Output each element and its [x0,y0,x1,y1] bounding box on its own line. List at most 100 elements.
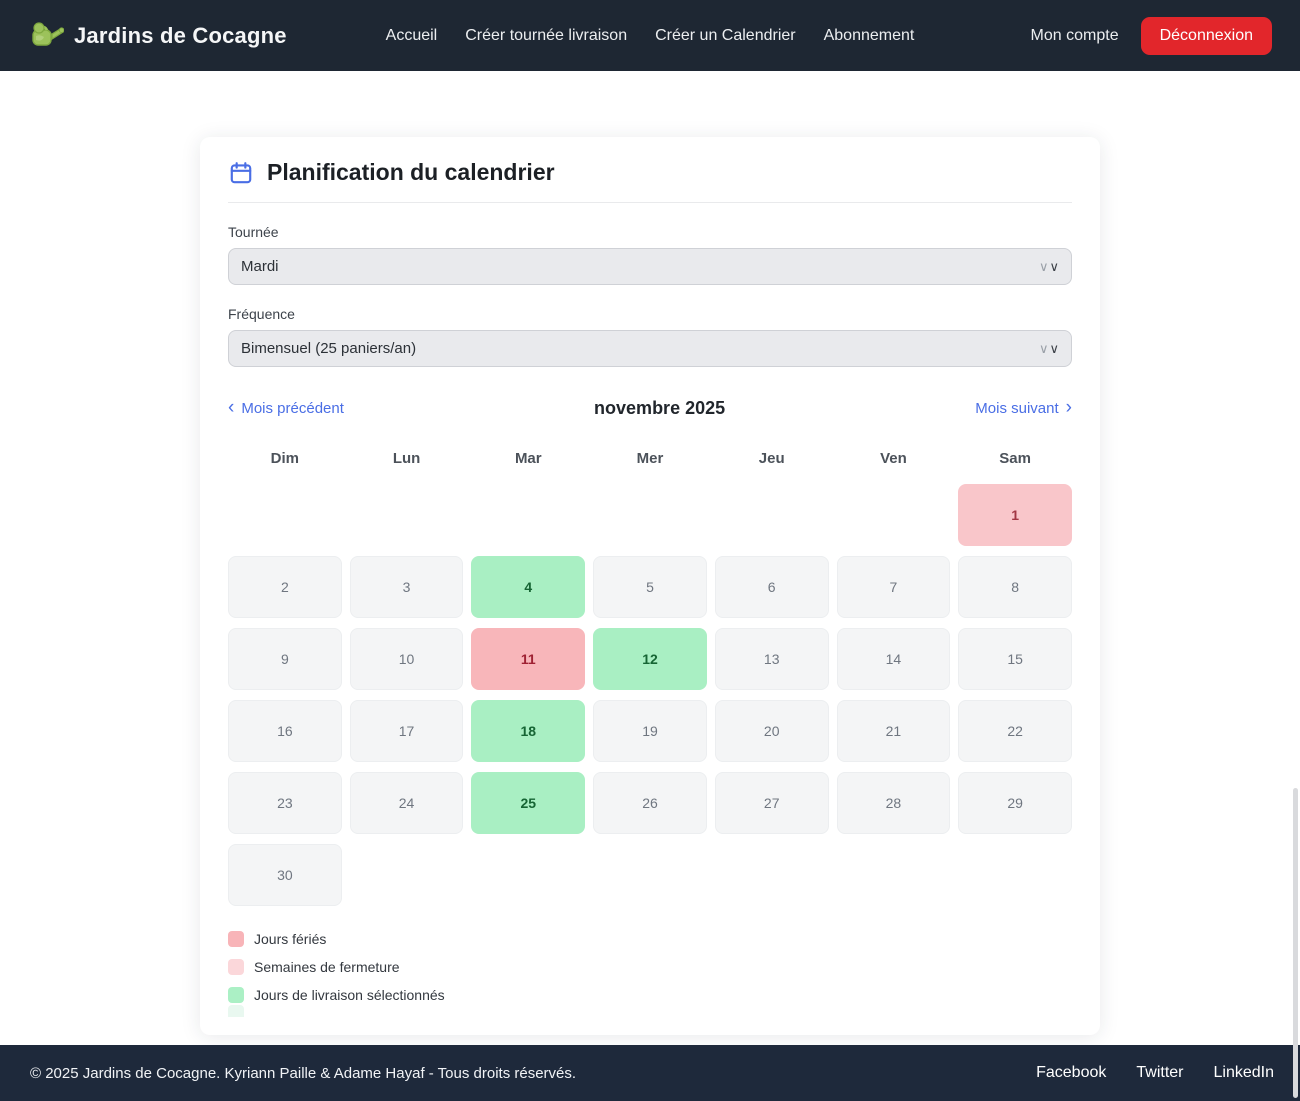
chevron-down-icon: ∨∨ [1039,341,1059,357]
frequence-value: Bimensuel (25 paniers/an) [241,340,1039,357]
weekday-lun: Lun [350,450,464,467]
legend-swatch [228,987,244,1003]
copyright-text: © 2025 Jardins de Cocagne. Kyriann Paill… [30,1065,1036,1082]
legend-item-2: Jours de livraison sélectionnés [228,987,1072,1003]
day-cell-1[interactable]: 1 [958,484,1072,546]
day-cell-28[interactable]: 28 [837,772,951,834]
nav-right: Mon compte Déconnexion [914,17,1272,55]
footer: © 2025 Jardins de Cocagne. Kyriann Paill… [0,1045,1300,1101]
day-cell-6[interactable]: 6 [715,556,829,618]
day-cell-empty [228,484,342,546]
day-cell-14[interactable]: 14 [837,628,951,690]
watering-can-logo-icon [28,20,64,51]
day-cell-2[interactable]: 2 [228,556,342,618]
weekday-row: Dim Lun Mar Mer Jeu Ven Sam [228,450,1072,467]
legend-label: Jours fériés [254,931,326,947]
legend-label: Jours de livraison sélectionnés [254,987,445,1003]
footer-link-twitter[interactable]: Twitter [1136,1064,1183,1082]
weekday-mer: Mer [593,450,707,467]
chevron-down-icon: ∨∨ [1039,259,1059,275]
day-cell-17[interactable]: 17 [350,700,464,762]
day-cell-8[interactable]: 8 [958,556,1072,618]
tournee-field: Tournée Mardi ∨∨ [228,224,1072,285]
nav-link-créer-tournée-livraison[interactable]: Créer tournée livraison [465,27,627,45]
day-cell-11[interactable]: 11 [471,628,585,690]
weekday-ven: Ven [837,450,951,467]
legend-item-1: Semaines de fermeture [228,959,1072,975]
nav-link-accueil[interactable]: Accueil [386,27,438,45]
navbar: Jardins de Cocagne Accueil Créer tournée … [0,0,1300,71]
tournee-value: Mardi [241,258,1039,275]
calendar-icon [228,160,254,186]
nav-link-créer-un-calendrier[interactable]: Créer un Calendrier [655,27,796,45]
logout-button[interactable]: Déconnexion [1141,17,1272,55]
frequence-field: Fréquence Bimensuel (25 paniers/an) ∨∨ [228,306,1072,367]
nav-links: Accueil Créer tournée livraison Créer un C… [386,27,915,45]
day-cell-empty [471,484,585,546]
legend-swatch [228,959,244,975]
day-cell-25[interactable]: 25 [471,772,585,834]
day-cell-15[interactable]: 15 [958,628,1072,690]
day-cell-empty [471,844,585,906]
legend: Jours fériés Semaines de fermeture Jours d… [228,931,1072,1003]
tournee-select[interactable]: Mardi ∨∨ [228,248,1072,285]
legend-label: Semaines de fermeture [254,959,400,975]
legend-partial [228,1005,1072,1017]
day-cell-27[interactable]: 27 [715,772,829,834]
chevron-right-icon: › [1066,398,1072,417]
day-cell-13[interactable]: 13 [715,628,829,690]
day-cell-23[interactable]: 23 [228,772,342,834]
day-cell-9[interactable]: 9 [228,628,342,690]
day-cell-empty [715,484,829,546]
day-cell-20[interactable]: 20 [715,700,829,762]
legend-item-0: Jours fériés [228,931,1072,947]
day-cell-16[interactable]: 16 [228,700,342,762]
day-cell-10[interactable]: 10 [350,628,464,690]
day-cell-3[interactable]: 3 [350,556,464,618]
weekday-mar: Mar [471,450,585,467]
day-cell-24[interactable]: 24 [350,772,464,834]
day-cell-5[interactable]: 5 [593,556,707,618]
day-cell-29[interactable]: 29 [958,772,1072,834]
day-cell-12[interactable]: 12 [593,628,707,690]
day-cell-30[interactable]: 30 [228,844,342,906]
day-cell-19[interactable]: 19 [593,700,707,762]
day-cell-21[interactable]: 21 [837,700,951,762]
scrollbar-thumb[interactable] [1293,788,1298,1098]
page-title: Planification du calendrier [267,159,555,186]
day-cell-22[interactable]: 22 [958,700,1072,762]
day-cell-empty [715,844,829,906]
frequence-select[interactable]: Bimensuel (25 paniers/an) ∨∨ [228,330,1072,367]
brand[interactable]: Jardins de Cocagne [28,20,386,51]
tournee-label: Tournée [228,224,1072,240]
day-cell-empty [350,484,464,546]
weekday-sam: Sam [958,450,1072,467]
day-cell-18[interactable]: 18 [471,700,585,762]
weekday-jeu: Jeu [715,450,829,467]
next-month-button[interactable]: Mois suivant › [975,399,1072,418]
day-cell-empty [837,844,951,906]
day-cell-7[interactable]: 7 [837,556,951,618]
footer-link-facebook[interactable]: Facebook [1036,1064,1106,1082]
weekday-dim: Dim [228,450,342,467]
day-cell-empty [593,484,707,546]
legend-swatch [228,931,244,947]
card-header: Planification du calendrier [228,159,1072,203]
month-title: novembre 2025 [344,398,975,419]
day-cell-4[interactable]: 4 [471,556,585,618]
footer-links: Facebook Twitter LinkedIn [1036,1064,1274,1082]
nav-link-abonnement[interactable]: Abonnement [824,27,915,45]
day-cell-empty [593,844,707,906]
prev-month-button[interactable]: ‹ Mois précédent [228,399,344,418]
day-cell-empty [350,844,464,906]
chevron-left-icon: ‹ [228,398,234,417]
calendar-grid: 1234567891011121314151617181920212223242… [228,484,1072,906]
calendar-planning-card: Planification du calendrier Tournée Mard… [200,137,1100,1035]
legend-swatch-partial [228,1005,244,1017]
day-cell-empty [837,484,951,546]
day-cell-26[interactable]: 26 [593,772,707,834]
nav-link-mon-compte[interactable]: Mon compte [1031,27,1119,45]
footer-link-linkedin[interactable]: LinkedIn [1214,1064,1275,1082]
frequence-label: Fréquence [228,306,1072,322]
main-content: Planification du calendrier Tournée Mard… [0,71,1300,1045]
